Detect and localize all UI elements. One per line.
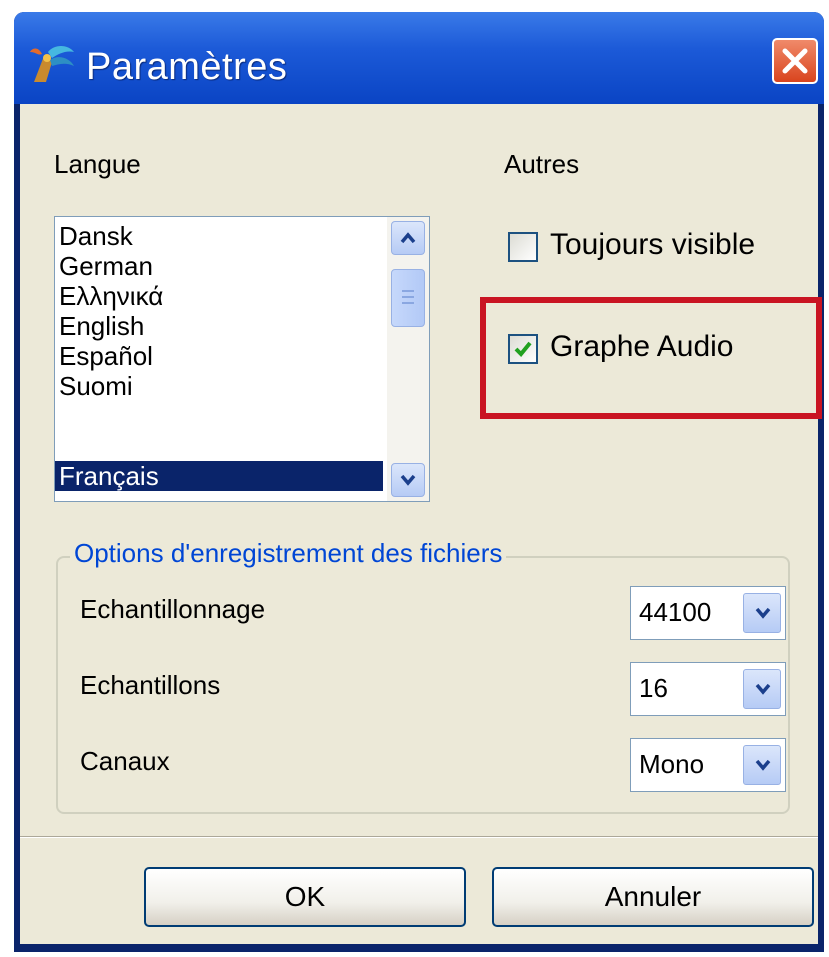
samples-dropdown-button[interactable]: [743, 669, 781, 709]
chevron-down-icon: [400, 474, 416, 486]
audio-graph-checkbox[interactable]: [508, 334, 538, 364]
others-label: Autres: [504, 149, 580, 179]
channels-dropdown-button[interactable]: [743, 745, 781, 785]
language-listbox[interactable]: Dansk German Ελληνικά English Español Su…: [54, 216, 430, 502]
language-item-finnish[interactable]: Suomi: [55, 371, 383, 401]
channels-value: Mono: [639, 749, 705, 779]
ok-button[interactable]: OK: [144, 867, 466, 927]
title-bar[interactable]: Paramètres: [14, 12, 824, 104]
language-item-greek[interactable]: Ελληνικά: [55, 281, 383, 311]
sampling-rate-label: Echantillonnage: [80, 594, 266, 624]
audio-graph-label[interactable]: Graphe Audio: [550, 330, 733, 364]
language-item-dansk[interactable]: Dansk: [55, 221, 383, 251]
language-item-german[interactable]: German: [55, 251, 383, 281]
cancel-button[interactable]: Annuler: [492, 867, 814, 927]
language-item-english[interactable]: English: [55, 311, 383, 341]
scroll-up-button[interactable]: [391, 221, 425, 255]
channels-label: Canaux: [80, 746, 170, 776]
chevron-down-icon: [755, 607, 771, 619]
always-visible-label[interactable]: Toujours visible: [550, 228, 755, 262]
file-options-title: Options d'enregistrement des fichiers: [70, 538, 507, 569]
chevron-down-icon: [755, 759, 771, 771]
language-item-spanish[interactable]: Español: [55, 341, 383, 371]
language-item-french[interactable]: Français: [55, 461, 383, 491]
sampling-rate-select[interactable]: 44100: [630, 586, 786, 640]
language-label: Langue: [54, 149, 141, 179]
dialog-body: Langue Dansk German Ελληνικά English Esp…: [20, 104, 822, 944]
samples-select[interactable]: 16: [630, 662, 786, 716]
close-button[interactable]: [772, 38, 818, 84]
channels-select[interactable]: Mono: [630, 738, 786, 792]
samples-label: Echantillons: [80, 670, 221, 700]
chevron-up-icon: [400, 232, 416, 244]
samples-value: 16: [639, 673, 668, 703]
sampling-rate-value: 44100: [639, 597, 712, 627]
language-scrollbar[interactable]: [387, 217, 429, 501]
window-title: Paramètres: [86, 46, 288, 88]
settings-dialog: Paramètres Langue Dansk German Ελληνικά …: [14, 12, 824, 952]
scroll-thumb[interactable]: [391, 269, 425, 327]
checkmark-icon: [514, 341, 532, 357]
chevron-down-icon: [755, 683, 771, 695]
sampling-rate-dropdown-button[interactable]: [743, 593, 781, 633]
always-visible-checkbox[interactable]: [508, 232, 538, 262]
button-separator: [20, 836, 818, 838]
app-icon: [28, 42, 76, 86]
scroll-down-button[interactable]: [391, 463, 425, 497]
close-icon: [782, 48, 808, 74]
